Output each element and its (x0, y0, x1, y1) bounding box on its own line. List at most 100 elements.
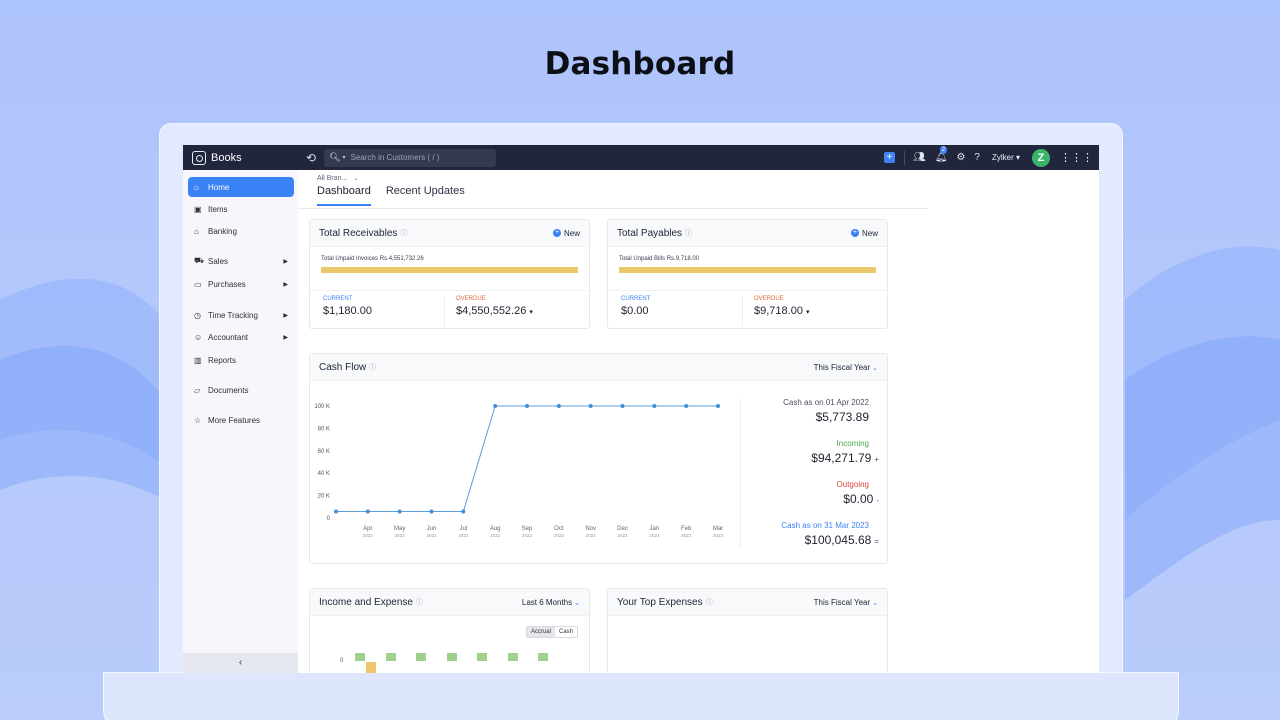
top-bar-actions: + 👥︎ 🔔︎ 2 ⚙ ? Zylker ▾ Z ⋮⋮⋮ (884, 145, 1099, 170)
amount-split: CURRENT $0.00 OVERDUE $9,718.00 ▾ (608, 290, 887, 328)
refer-friend-icon[interactable]: 👥︎ (913, 152, 926, 163)
sidebar-item-purchases[interactable]: ▭ Purchases ▶ (188, 274, 294, 294)
sidebar: ⌂ Home ▣ Items ⌂ Banking ⛟ Sales ▶ ▭ Pur… (183, 170, 298, 673)
y-tick-label: 20 K (318, 494, 330, 500)
sidebar-collapse-button[interactable]: ‹ (183, 653, 298, 673)
closing-amount: $100,045.68 (804, 533, 872, 547)
unpaid-total-text: Total Unpaid Bills Rs.9,718.00 (619, 256, 700, 262)
help-icon[interactable]: ⓘ (685, 228, 692, 238)
closing-value: $100,045.68 = (781, 533, 879, 547)
quick-create-button[interactable]: + (884, 152, 896, 163)
books-logo-icon (192, 150, 206, 165)
x-tick-label: Nov (585, 526, 596, 532)
period-label: Last 6 Months (521, 597, 573, 607)
overdue-amount[interactable]: OVERDUE $4,550,552.26 ▾ (456, 291, 533, 317)
sidebar-item-accountant[interactable]: ☺ Accountant ▶ (188, 327, 294, 347)
help-icon[interactable]: ? (974, 152, 980, 163)
current-amount[interactable]: CURRENT $0.00 (621, 291, 650, 317)
x-tick-year-label: 2022 (522, 533, 533, 538)
card-title: Total Payables (617, 227, 683, 239)
help-icon[interactable]: ⓘ (400, 228, 407, 238)
brand[interactable]: Books (192, 150, 304, 165)
sidebar-item-sales[interactable]: ⛟ Sales ▶ (188, 251, 294, 271)
current-value: $1,180.00 (323, 305, 372, 317)
x-tick-label: Dec (617, 526, 628, 532)
incoming-label: Incoming (836, 439, 869, 448)
period-dropdown[interactable]: This Fiscal Year ⌄ (814, 363, 878, 372)
caret-down-icon[interactable]: ▾ (806, 309, 810, 316)
minus-sign: - (876, 496, 879, 505)
period-dropdown[interactable]: This Fiscal Year ⌄ (814, 598, 878, 607)
y-zero-label: 0 (340, 658, 344, 664)
current-label: CURRENT (323, 296, 353, 302)
new-bill-button[interactable]: + New (850, 229, 878, 238)
sidebar-item-label: Sales (208, 256, 229, 266)
history-icon[interactable]: ⟲ (306, 151, 316, 165)
help-icon[interactable]: ⓘ (706, 597, 713, 607)
help-icon[interactable]: ⓘ (416, 597, 423, 607)
unpaid-total-text: Total Unpaid Invoices Rs.4,551,732.26 (321, 256, 424, 262)
sidebar-item-banking[interactable]: ⌂ Banking (188, 221, 294, 241)
x-tick-label: Jun (427, 526, 437, 532)
sidebar-item-documents[interactable]: ▱ Documents (188, 380, 294, 400)
y-tick-label: 100 K (314, 404, 330, 410)
sidebar-item-time-tracking[interactable]: ◷ Time Tracking ▶ (188, 305, 294, 325)
chevron-down-icon[interactable]: ▾ (343, 154, 346, 161)
overdue-value-text: $9,718.00 (754, 305, 803, 317)
incoming-total: Incoming $94,271.79 + (811, 439, 879, 465)
cash-flow-chart: 020 K40 K60 K80 K100 KApr2022May2022Jun2… (314, 403, 724, 538)
data-point (397, 509, 402, 514)
box-icon: ▣ (194, 204, 202, 214)
branch-selector[interactable]: All Bran... ⌄ (317, 175, 358, 182)
divider (444, 295, 445, 327)
overdue-amount[interactable]: OVERDUE $9,718.00 ▾ (754, 291, 810, 317)
org-switcher[interactable]: Zylker ▾ (992, 153, 1020, 162)
laptop-base (103, 672, 1179, 720)
notifications-icon[interactable]: 🔔︎ 2 (935, 146, 947, 163)
accrual-toggle-option[interactable]: Accrual (526, 627, 555, 637)
x-tick-label: Mar (713, 526, 723, 532)
accrual-cash-toggle: Accrual Cash (525, 626, 578, 638)
sidebar-item-more-features[interactable]: ☆ More Features (188, 410, 294, 430)
period-dropdown[interactable]: Last 6 Months ⌄ (522, 598, 580, 607)
new-invoice-button[interactable]: + New (552, 229, 580, 238)
sidebar-item-label: More Features (208, 415, 261, 425)
data-point (652, 403, 657, 408)
person-icon: ☺ (194, 332, 203, 342)
app-screen: Books ⟲ 🔍︎ ▾ Search in Customers ( / ) +… (183, 145, 1099, 673)
cash-toggle-option[interactable]: Cash (555, 627, 577, 637)
sidebar-item-home[interactable]: ⌂ Home (188, 177, 294, 197)
incoming-amount: $94,271.79 (811, 451, 872, 465)
current-amount[interactable]: CURRENT $1,180.00 (323, 291, 372, 317)
current-label: CURRENT (621, 296, 651, 302)
overdue-label: OVERDUE (754, 296, 784, 302)
current-value: $0.00 (621, 305, 649, 317)
data-point (556, 403, 561, 408)
home-icon: ⌂ (194, 182, 199, 192)
app-grid-icon[interactable]: ⋮⋮⋮ (1060, 151, 1093, 164)
sidebar-item-label: Purchases (208, 279, 246, 289)
caret-down-icon[interactable]: ▾ (529, 309, 533, 316)
data-point (461, 509, 466, 514)
cash-flow-card: Cash Flow ⓘ This Fiscal Year ⌄ 0 20 K 40 K 6… (309, 353, 888, 564)
help-icon[interactable]: ⓘ (369, 362, 376, 372)
income-expense-card: Income and Expense ⓘ Last 6 Months ⌄ Accr… (309, 588, 590, 673)
x-tick-year-label: 2022 (617, 533, 628, 538)
x-tick-year-label: 2023 (713, 533, 724, 538)
payables-progress-bar (619, 267, 876, 273)
opening-value: $5,773.89 (815, 410, 869, 424)
sidebar-item-reports[interactable]: ▥ Reports (188, 350, 294, 370)
search-input[interactable]: 🔍︎ ▾ Search in Customers ( / ) (324, 148, 497, 167)
expense-bar (366, 662, 376, 673)
avatar[interactable]: Z (1032, 148, 1050, 167)
plus-circle-icon: + (850, 229, 859, 237)
x-tick-year-label: 2022 (363, 533, 374, 538)
tab-recent-updates[interactable]: Recent Updates (386, 185, 465, 206)
tab-dashboard[interactable]: Dashboard (317, 185, 371, 206)
sidebar-item-items[interactable]: ▣ Items (188, 199, 294, 219)
top-expenses-card: Your Top Expenses ⓘ This Fiscal Year ⌄ (607, 588, 888, 673)
data-point (716, 403, 720, 408)
gear-icon[interactable]: ⚙ (956, 152, 965, 163)
divider (904, 150, 906, 165)
y-tick-label: 40 K (318, 471, 330, 477)
